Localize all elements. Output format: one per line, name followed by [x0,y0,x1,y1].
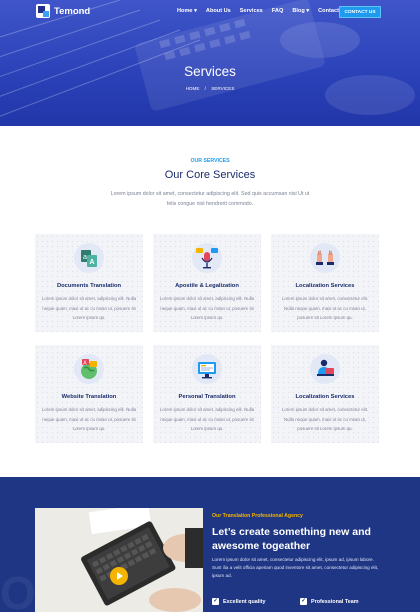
service-text: Lorem ipsum dolor sit amet, consectetur … [281,296,369,320]
service-text: Lorem ipsum dolor sit amet, adipiscing e… [159,407,255,431]
service-title: Localization Services [295,283,355,289]
promo-eyebrow: Our Translation Professional Agency [212,513,303,519]
services-description: Lorem ipsum dolor sit amet, consectetur … [110,191,310,207]
laptop-photo [35,508,203,612]
globe-translate-icon: A [74,354,104,384]
svg-text:A: A [90,259,95,266]
breadcrumb-separator: / [204,86,206,91]
service-text: Lorem ipsum dolor sit amet, adipiscing e… [41,296,137,320]
nav-item-faq[interactable]: FAQ [272,8,284,14]
logo-icon [36,4,50,18]
feature-professional-team: ✓ Professional Team [300,598,359,605]
services-heading: Our Core Services [164,169,256,181]
service-card-documents-translation[interactable]: a A Documents Translation Lorem ipsum do… [35,234,143,332]
microphone-icon [192,243,222,273]
service-title: Localization Services [295,394,355,400]
service-card-apostile-legalization[interactable]: Apostile & Legalization Lorem ipsum dolo… [153,234,261,332]
service-card-personal-translation[interactable]: Personal Translation Lorem ipsum dolor s… [153,345,261,443]
page-title: Services [184,64,236,79]
feature-label: Professional Team [311,598,359,605]
service-title: Personal Translation [178,394,236,400]
agency-promo-section: OUR ST [0,477,420,612]
hero-banner: Temond Home ▾ About Us Services FAQ Blog… [0,0,420,126]
feature-excellent-quality: ✓ Excellent quality [212,598,266,605]
main-nav: Home ▾ About Us Services FAQ Blog ▾ Cont… [177,8,339,14]
monitor-icon [192,354,222,384]
document-translate-icon: a A [74,243,104,273]
contact-us-button[interactable]: CONTACT US [339,6,381,18]
nav-item-contact[interactable]: Contact [318,8,339,14]
service-text: Lorem ipsum dolor sit amet, adipiscing e… [41,407,137,431]
laptop-illustration [35,508,203,612]
nav-item-about-us[interactable]: About Us [206,8,231,14]
services-eyebrow: OUR SERVICES [190,158,230,164]
chevron-down-icon: ▾ [194,8,197,14]
service-card-website-translation[interactable]: A Website Translation Lorem ipsum dolor … [35,345,143,443]
promo-description: Lorem ipsum dolor sit amet, consectetur … [212,557,379,579]
brand-logo[interactable]: Temond [36,4,90,18]
handshake-icon [310,243,340,273]
promo-heading: Let’s create something new and awesome t… [212,526,371,552]
play-video-button[interactable] [110,567,128,585]
nav-item-home[interactable]: Home ▾ [177,8,197,14]
check-icon: ✓ [300,597,307,605]
check-icon: ✓ [212,597,219,605]
service-card-localization-services-2[interactable]: Localization Services Lorem ipsum dolor … [271,345,379,443]
service-title: Apostile & Legalization [175,283,239,289]
nav-item-services[interactable]: Services [240,8,263,14]
svg-text:a: a [83,254,87,261]
breadcrumb-current: SERVICES [211,86,235,91]
brand-name: Temond [54,5,91,17]
breadcrumb: HOME / SERVICES [0,86,420,91]
service-title: Website Translation [61,394,117,400]
nav-item-blog[interactable]: Blog ▾ [292,8,309,14]
top-navbar: Temond Home ▾ About Us Services FAQ Blog… [0,4,420,20]
service-text: Lorem ipsum dolor sit amet, consectetur … [281,407,369,431]
feature-label: Excellent quality [223,598,266,605]
person-laptop-icon [310,354,340,384]
service-text: Lorem ipsum dolor sit amet, adipiscing e… [159,296,255,320]
service-card-localization-services[interactable]: Localization Services Lorem ipsum dolor … [271,234,379,332]
service-title: Documents Translation [56,283,122,289]
chevron-down-icon: ▾ [306,8,310,14]
breadcrumb-home[interactable]: HOME [186,86,200,91]
